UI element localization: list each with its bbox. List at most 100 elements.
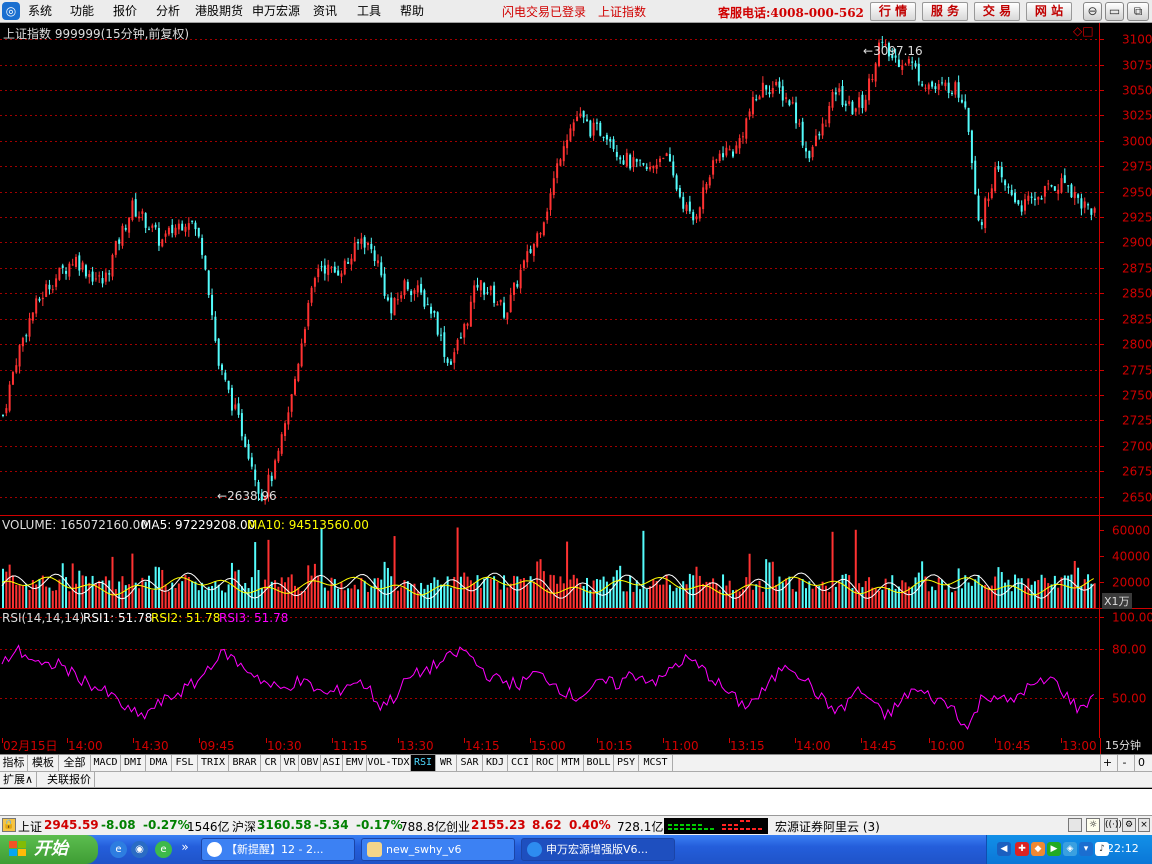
candle-body	[443, 332, 446, 357]
candle-body	[277, 450, 280, 462]
menu-swhy[interactable]: 申万宏源	[252, 3, 300, 19]
restore-button[interactable]: ⧉	[1127, 2, 1149, 21]
menu-system[interactable]: 系统	[28, 3, 52, 19]
menu-analysis[interactable]: 分析	[156, 3, 180, 19]
market-button[interactable]: 行 情	[870, 2, 916, 21]
ie-quicklaunch-icon[interactable]: e	[110, 841, 127, 858]
broker-server-name[interactable]: 宏源证券阿里云 (3)	[775, 818, 880, 835]
candle-body	[104, 272, 107, 282]
kline-chart-area[interactable]: 2650 2675 2700 2725 2750 2775 2800 2825 2850 2875…	[0, 23, 1152, 738]
indicator-tab-cr[interactable]: CR	[261, 755, 281, 771]
minimize-button[interactable]: ▭	[1105, 2, 1124, 21]
candle-body	[728, 149, 731, 151]
signal-icon[interactable]: ((·))	[1104, 818, 1122, 832]
menu-function[interactable]: 功能	[70, 3, 94, 19]
volume-bar	[632, 591, 635, 608]
indicator-tab-指标[interactable]: 指标	[0, 755, 28, 771]
volume-bar	[791, 589, 794, 608]
candle-body	[280, 434, 283, 454]
indicator-remove-button[interactable]: -	[1117, 755, 1131, 771]
indicator-tab-mcst[interactable]: MCST	[639, 755, 673, 771]
candle-body	[214, 316, 217, 341]
indicator-tab-roc[interactable]: ROC	[533, 755, 558, 771]
service-button[interactable]: 服 务	[922, 2, 968, 21]
task-trading-app[interactable]: 申万宏源增强版V6...	[521, 838, 675, 861]
close-panel-icon[interactable]: ×	[1138, 818, 1150, 832]
indicator-reset-button[interactable]: 0	[1134, 755, 1148, 771]
indicator-tab-sar[interactable]: SAR	[457, 755, 483, 771]
indicator-tab-dma[interactable]: DMA	[146, 755, 172, 771]
indicator-tab-trix[interactable]: TRIX	[198, 755, 229, 771]
volume-bar	[1070, 574, 1073, 608]
chart-corner-icons[interactable]: ◇□	[1073, 24, 1094, 38]
menu-hk-futures[interactable]: 港股期货	[195, 3, 243, 19]
indicator-tab-fsl[interactable]: FSL	[172, 755, 198, 771]
volume-bar	[668, 584, 671, 608]
indicator-tab-obv[interactable]: OBV	[299, 755, 321, 771]
trade-button[interactable]: 交 易	[974, 2, 1020, 21]
candle-body	[187, 223, 190, 230]
indicator-tab-模板[interactable]: 模板	[28, 755, 59, 771]
bulb-icon[interactable]: ☼	[1086, 818, 1100, 832]
indicator-tab-boll[interactable]: BOLL	[584, 755, 614, 771]
volume-bar	[363, 580, 366, 608]
volume-bar	[45, 586, 48, 608]
quicklaunch-more-icon[interactable]: »	[180, 839, 190, 856]
candle-body	[1077, 194, 1080, 198]
indicator-add-button[interactable]: +	[1100, 755, 1114, 771]
indicator-tab-mtm[interactable]: MTM	[558, 755, 584, 771]
tray-app-icon[interactable]: ◆	[1031, 842, 1045, 856]
volume-bar	[151, 590, 154, 608]
indicator-tab-wr[interactable]: WR	[436, 755, 457, 771]
indicator-tab-rsi[interactable]: RSI	[411, 755, 436, 771]
volume-bar	[479, 587, 482, 608]
app-logo-icon[interactable]: ◎	[2, 2, 20, 20]
settings-icon[interactable]: ⚙	[1122, 818, 1136, 832]
flash-trade-status[interactable]: 闪电交易已登录	[502, 3, 586, 20]
hs-index-label[interactable]: 沪深	[232, 818, 256, 835]
lock-icon[interactable]: 🔒	[2, 818, 16, 832]
indicator-tab-dmi[interactable]: DMI	[121, 755, 146, 771]
indicator-tab-cci[interactable]: CCI	[508, 755, 533, 771]
indicator-tab-vr[interactable]: VR	[281, 755, 299, 771]
indicator-tab-brar[interactable]: BRAR	[229, 755, 261, 771]
volume-bar	[662, 584, 665, 608]
indicator-tab-全部[interactable]: 全部	[59, 755, 91, 771]
app-quicklaunch-icon[interactable]: e	[155, 841, 172, 858]
menu-help[interactable]: 帮助	[400, 3, 424, 19]
task-browser[interactable]: 【新提醒】12 - 2...	[201, 838, 355, 861]
chart-canvas[interactable]: 2650 2675 2700 2725 2750 2775 2800 2825 2850 2875…	[0, 23, 1152, 738]
indicator-tab-vol-tdx[interactable]: VOL-TDX	[367, 755, 411, 771]
cy-index-label[interactable]: 创业	[446, 818, 470, 835]
window-extra-icon[interactable]: ⊖	[1083, 2, 1102, 21]
tray-chevron-icon[interactable]: ▾	[1079, 842, 1093, 856]
volume-bar	[854, 529, 857, 608]
task-folder[interactable]: new_swhy_v6	[361, 838, 515, 861]
tab-related-quotes[interactable]: 关联报价	[44, 772, 95, 788]
menu-news[interactable]: 资讯	[313, 3, 337, 19]
menu-quote[interactable]: 报价	[113, 3, 137, 19]
browser-quicklaunch-icon[interactable]: ◉	[131, 841, 148, 858]
message-icon[interactable]	[1068, 818, 1082, 832]
tray-flag-icon[interactable]: ✚	[1015, 842, 1029, 856]
tray-back-arrow-icon[interactable]: ◀	[997, 842, 1011, 856]
current-security-link[interactable]: 上证指数	[598, 3, 646, 20]
indicator-tab-emv[interactable]: EMV	[343, 755, 367, 771]
tray-play-icon[interactable]: ▶	[1047, 842, 1061, 856]
tray-shield-icon[interactable]: ◈	[1063, 842, 1077, 856]
timeframe-selector[interactable]: 15分钟	[1100, 738, 1152, 754]
candle-body	[805, 148, 807, 152]
tab-expand[interactable]: 扩展∧	[0, 772, 38, 788]
menu-tools[interactable]: 工具	[357, 3, 381, 19]
candle-body	[957, 82, 960, 98]
indicator-tab-kdj[interactable]: KDJ	[483, 755, 508, 771]
indicator-tab-asi[interactable]: ASI	[321, 755, 343, 771]
website-button[interactable]: 网 站	[1026, 2, 1072, 21]
indicator-tab-psy[interactable]: PSY	[614, 755, 639, 771]
candle-body	[114, 240, 117, 255]
start-button[interactable]: 开始	[0, 835, 98, 864]
candle-body	[307, 302, 310, 327]
candle-body	[639, 159, 642, 161]
indicator-tab-macd[interactable]: MACD	[91, 755, 121, 771]
sh-index-label[interactable]: 上证	[18, 818, 42, 835]
